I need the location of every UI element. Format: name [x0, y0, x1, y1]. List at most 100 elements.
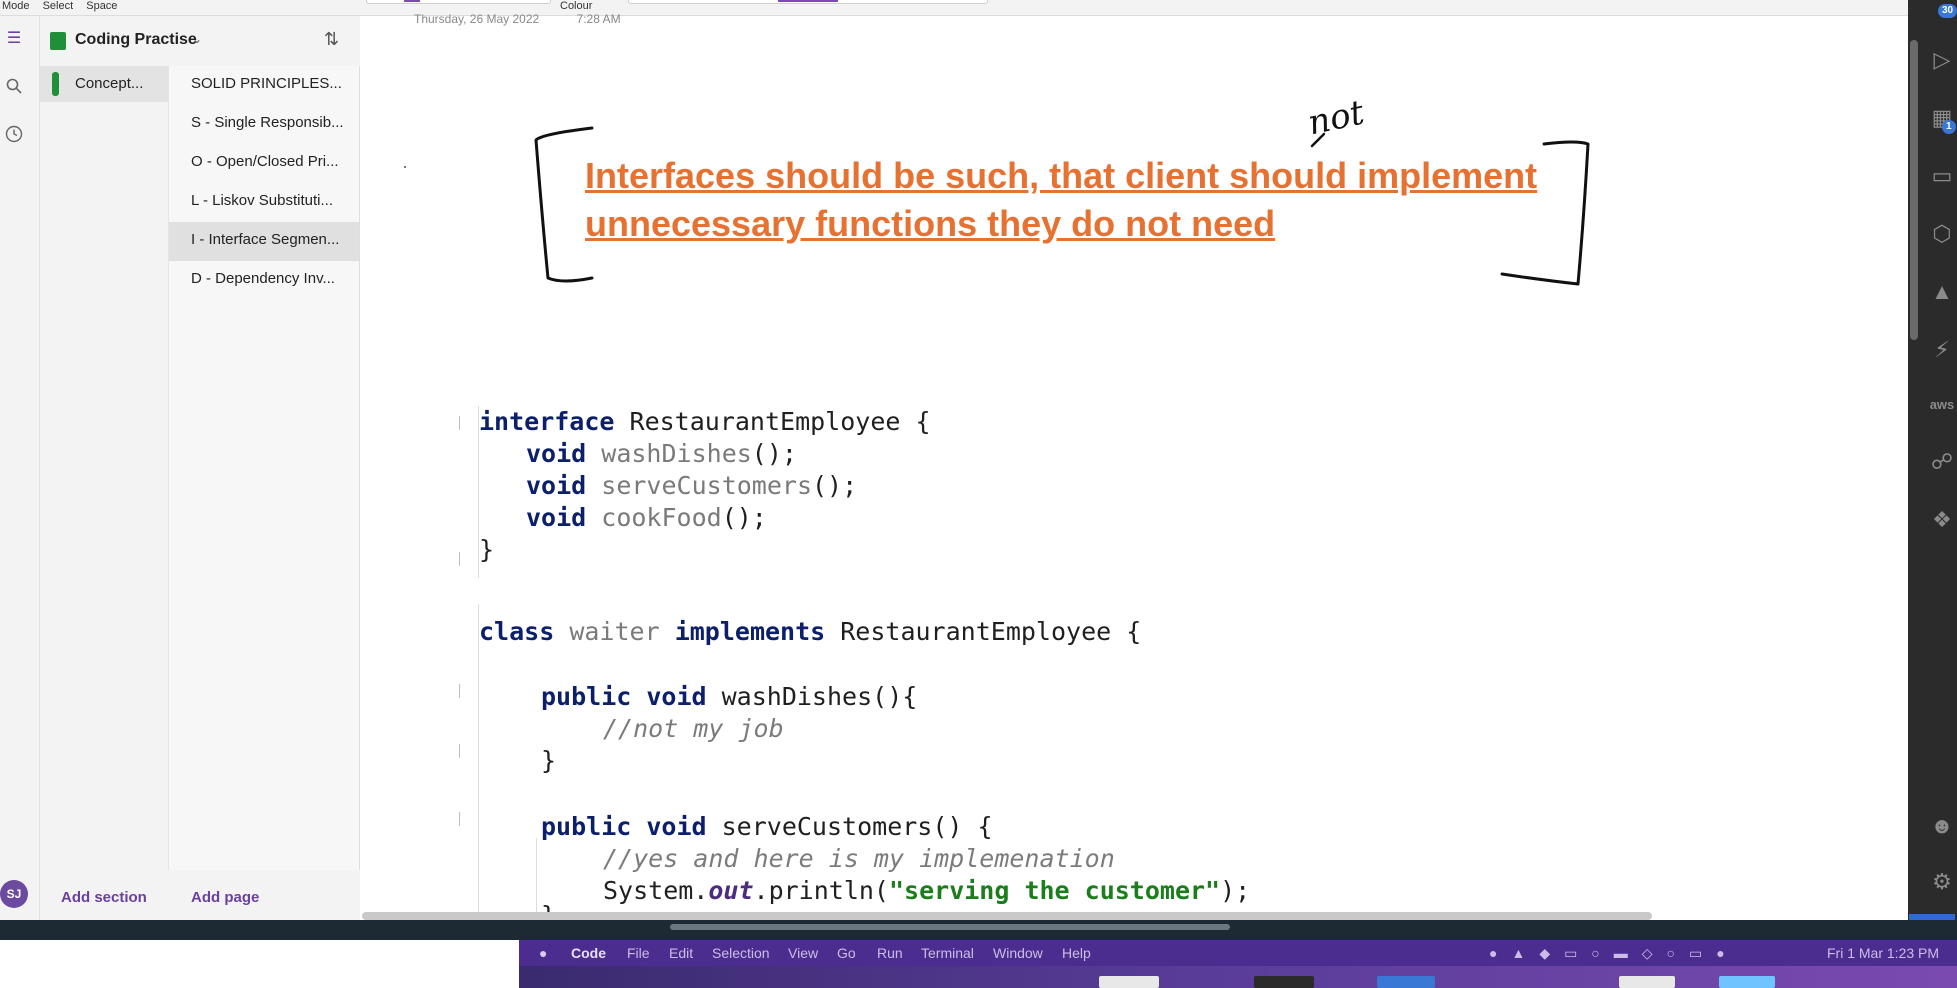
code-class-name: waiter [554, 617, 675, 646]
vertical-scrollbar[interactable] [1910, 40, 1918, 340]
code-text: (); [751, 439, 797, 468]
lightning-icon[interactable]: ⚡ [1928, 336, 1956, 364]
search-icon[interactable] [0, 72, 28, 100]
docker-icon[interactable]: ▲ [1928, 278, 1956, 306]
hexagon-icon[interactable]: ⬡ [1928, 220, 1956, 248]
code-line: interface RestaurantEmployee { [479, 406, 931, 438]
code-text: .println( [753, 876, 889, 905]
code-snippet[interactable]: interface RestaurantEmployee { void wash… [362, 16, 1250, 920]
code-text: } [479, 535, 495, 564]
gutter-mark [459, 812, 460, 826]
indent-guide [536, 838, 537, 920]
add-section-button[interactable]: Add section [40, 870, 169, 920]
menu-selection[interactable]: Selection [712, 940, 770, 966]
aws-icon[interactable]: aws [1928, 390, 1956, 418]
colour-label[interactable]: Colour [560, 0, 592, 12]
status-strip [0, 920, 1957, 940]
remote-explorer-icon[interactable]: ▭ [1928, 162, 1956, 190]
gutter-mark [459, 684, 460, 698]
dock-window-thumb[interactable] [1619, 976, 1675, 988]
code-line: } [541, 745, 556, 777]
gear-icon[interactable]: ⚙ [1928, 868, 1956, 896]
section-label: Concept... [75, 75, 144, 92]
notification-badge[interactable]: 30 [1938, 4, 1957, 18]
section-color-tab [52, 72, 59, 96]
add-page-button[interactable]: Add page [169, 870, 360, 920]
code-field: out [708, 876, 754, 905]
code-keyword: public void [541, 812, 707, 841]
code-comment: //yes and here is my implemenation [603, 844, 1115, 873]
screen: Mode Select Space Colour ☰ SJ Coding Pra… [0, 0, 1957, 988]
toolbar-space-label[interactable]: Space [86, 0, 117, 12]
menu-terminal[interactable]: Terminal [921, 940, 974, 966]
figma-icon[interactable]: ❖ [1928, 506, 1956, 534]
code-method-name: washDishes [601, 439, 752, 468]
page-item[interactable]: D - Dependency Inv... [169, 261, 359, 300]
page-item[interactable]: O - Open/Closed Pri... [169, 144, 359, 183]
code-keyword: class [479, 617, 555, 646]
colour-mark [778, 0, 838, 2]
toolbar-select-label[interactable]: Select [43, 0, 74, 12]
code-text: washDishes(){ [706, 682, 918, 711]
menu-app-name[interactable]: Code [571, 940, 606, 966]
page-item[interactable]: S - Single Responsib... [169, 105, 359, 144]
git-graph-icon[interactable]: ☍ [1928, 448, 1956, 476]
code-text: ); [1220, 876, 1251, 905]
code-text: System. [603, 876, 709, 905]
avatar[interactable]: SJ [0, 880, 28, 908]
run-debug-icon[interactable]: ▷ [1928, 46, 1956, 74]
library-icon[interactable]: ☰ [0, 24, 28, 52]
top-toolbar-strip: Mode Select Space Colour [0, 0, 1908, 16]
left-rail: ☰ SJ [0, 16, 40, 920]
code-keyword: public void [541, 682, 707, 711]
code-keyword: void [526, 439, 587, 468]
menu-window[interactable]: Window [993, 940, 1043, 966]
right-activity-bar: 30 ▷ ▦ 1 ▭ ⬡ ▲ ⚡ aws ☍ ❖ ☻ ⚙ ≫ [1908, 0, 1957, 936]
menu-help[interactable]: Help [1062, 940, 1091, 966]
note-text[interactable]: Interfaces should be such, that client s… [585, 152, 1565, 248]
page-item[interactable]: SOLID PRINCIPLES... [169, 66, 359, 105]
menu-extras-icons[interactable]: ●▲◆▭○▬◇○▭● [1489, 940, 1739, 966]
code-line: void cookFood(); [526, 502, 767, 534]
page-canvas[interactable]: Thursday, 26 May 2022 7:28 AM not Interf… [362, 12, 1900, 920]
notebook-title[interactable]: Coding Practise [75, 31, 197, 49]
toolbar-mode-label[interactable]: Mode [2, 0, 30, 12]
code-text: serveCustomers() { [706, 812, 993, 841]
dock-window-thumb[interactable] [1254, 976, 1314, 988]
code-keyword: void [526, 503, 587, 532]
sort-icon[interactable]: ⇅ [324, 29, 339, 50]
toolbar-box[interactable] [366, 0, 551, 4]
dock-window-thumb[interactable] [1099, 976, 1159, 988]
code-comment: //not my job [603, 714, 784, 743]
page-list: SOLID PRINCIPLES... S - Single Responsib… [169, 66, 360, 870]
section-item[interactable]: Concept... [40, 66, 168, 102]
menu-edit[interactable]: Edit [669, 940, 693, 966]
code-text: } [541, 746, 557, 775]
menu-view[interactable]: View [788, 940, 818, 966]
horizontal-scrollbar[interactable] [362, 912, 1652, 920]
page-item-active[interactable]: I - Interface Segmen... [169, 222, 359, 261]
toolbar-mark [404, 0, 420, 2]
apple-icon[interactable]: ● [539, 940, 547, 966]
notebook-header: Coding Practise ⌄ ⇅ [40, 16, 360, 66]
account-icon[interactable]: ☻ [1928, 812, 1956, 840]
dock-strip [519, 966, 1957, 988]
dock-folder-thumb[interactable] [1719, 976, 1775, 988]
gutter-mark [459, 552, 460, 566]
indent-guide [478, 604, 479, 920]
code-text: (); [812, 471, 858, 500]
menu-run[interactable]: Run [877, 940, 903, 966]
mac-menu-bar: ● Code File Edit Selection View Go Run T… [519, 940, 1957, 966]
menu-go[interactable]: Go [837, 940, 856, 966]
code-line: void serveCustomers(); [526, 470, 857, 502]
chevron-down-icon[interactable]: ⌄ [192, 32, 202, 46]
dock-window-thumb[interactable] [1377, 976, 1435, 988]
recent-clock-icon[interactable] [0, 120, 28, 148]
code-keyword: implements [674, 617, 826, 646]
code-string: "serving the customer" [888, 876, 1221, 905]
page-item[interactable]: L - Liskov Substituti... [169, 183, 359, 222]
code-keyword: interface [479, 407, 615, 436]
code-line: public void serveCustomers() { [541, 811, 993, 843]
extensions-badge: 1 [1942, 120, 1956, 134]
menu-file[interactable]: File [627, 940, 650, 966]
